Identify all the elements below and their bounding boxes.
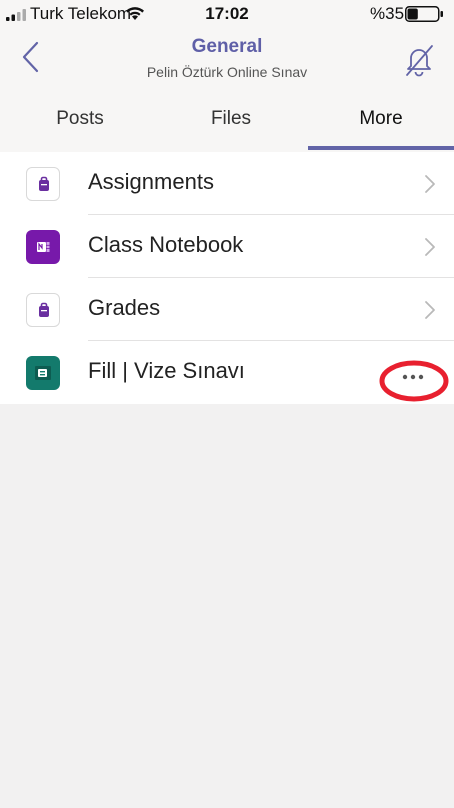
list-item-grades[interactable]: Grades [0,278,454,341]
top-header: Turk Telekom 17:02 %35 General Pelin Özt… [0,0,454,152]
channel-tabs: Posts Files More [0,98,454,152]
list-item-label: Class Notebook [88,232,244,257]
notifications-off-bell-icon[interactable] [402,42,436,78]
team-name: Pelin Öztürk Online Sınav [146,64,308,80]
battery-percent: %35 [370,4,405,23]
selected-tab-indicator [308,146,454,150]
highlight-circle [379,360,449,402]
grades-icon [26,293,60,327]
more-dots-icon [402,374,408,380]
status-bar: Turk Telekom 17:02 %35 [0,0,454,30]
assignments-icon [26,167,60,201]
chevron-right-icon [425,301,435,319]
list-item-label: Grades [88,295,161,320]
list-item-assignments[interactable]: Assignments [0,152,454,215]
forms-icon [26,356,60,390]
chevron-right-icon [425,175,435,193]
tab-files[interactable]: Files [156,108,306,152]
chevron-right-icon [425,238,435,256]
channel-title: General [191,36,263,57]
battery-icon [405,6,443,22]
list-item-label: Assignments [88,169,214,194]
list-item-label: Fill | Vize Sınavı [88,358,245,383]
tab-posts[interactable]: Posts [0,108,160,152]
navigation-bar: General Pelin Öztürk Online Sınav [0,30,454,88]
list-item-class-notebook[interactable]: Class Notebook [0,215,454,278]
onenote-icon [26,230,60,264]
more-options-button[interactable] [378,359,450,403]
